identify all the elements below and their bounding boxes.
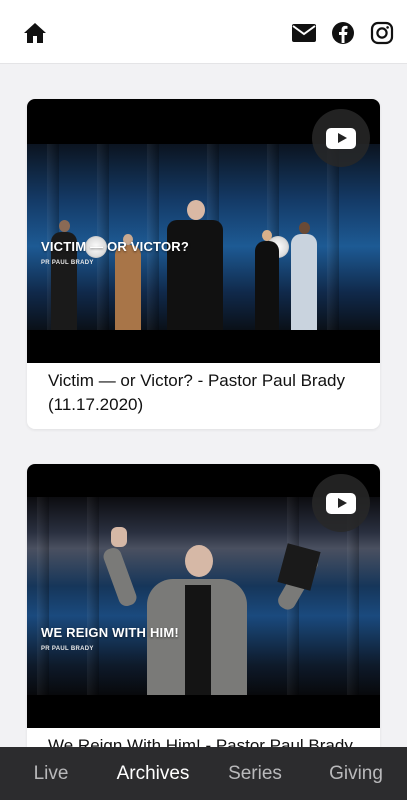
thumbnail-overlay-title: VICTIM — OR VICTOR? <box>41 239 190 254</box>
bottom-tab-bar: Live Archives Series Giving <box>0 747 407 800</box>
instagram-icon[interactable] <box>369 20 395 46</box>
thumbnail-overlay-subtitle: PR PAUL BRADY <box>41 646 94 652</box>
youtube-icon <box>326 127 356 149</box>
video-title[interactable]: Victim — or Victor? - Pastor Paul Brady … <box>27 363 380 417</box>
tab-live[interactable]: Live <box>22 747 80 800</box>
video-card[interactable]: VICTIM — OR VICTOR? PR PAUL BRADY Victim… <box>27 99 380 429</box>
video-card[interactable]: WE REIGN WITH HIM! PR PAUL BRADY We Reig… <box>27 464 380 747</box>
top-header <box>0 0 407 64</box>
youtube-icon <box>326 492 356 514</box>
thumbnail-overlay-subtitle: PR PAUL BRADY <box>41 260 94 266</box>
tab-series[interactable]: Series <box>220 747 290 800</box>
youtube-badge[interactable] <box>312 109 370 167</box>
thumbnail-image: VICTIM — OR VICTOR? PR PAUL BRADY <box>27 144 380 330</box>
tab-archives[interactable]: Archives <box>106 747 200 800</box>
thumbnail-overlay-title: WE REIGN WITH HIM! <box>41 625 179 640</box>
video-thumbnail[interactable]: WE REIGN WITH HIM! PR PAUL BRADY <box>27 464 380 728</box>
home-icon[interactable] <box>22 20 48 46</box>
tab-giving[interactable]: Giving <box>318 747 394 800</box>
video-thumbnail[interactable]: VICTIM — OR VICTOR? PR PAUL BRADY <box>27 99 380 363</box>
facebook-icon[interactable] <box>330 20 356 46</box>
mail-icon[interactable] <box>291 20 317 46</box>
youtube-badge[interactable] <box>312 474 370 532</box>
video-feed[interactable]: VICTIM — OR VICTOR? PR PAUL BRADY Victim… <box>0 64 407 747</box>
video-title[interactable]: We Reign With Him! - Pastor Paul Brady <box>27 728 380 747</box>
